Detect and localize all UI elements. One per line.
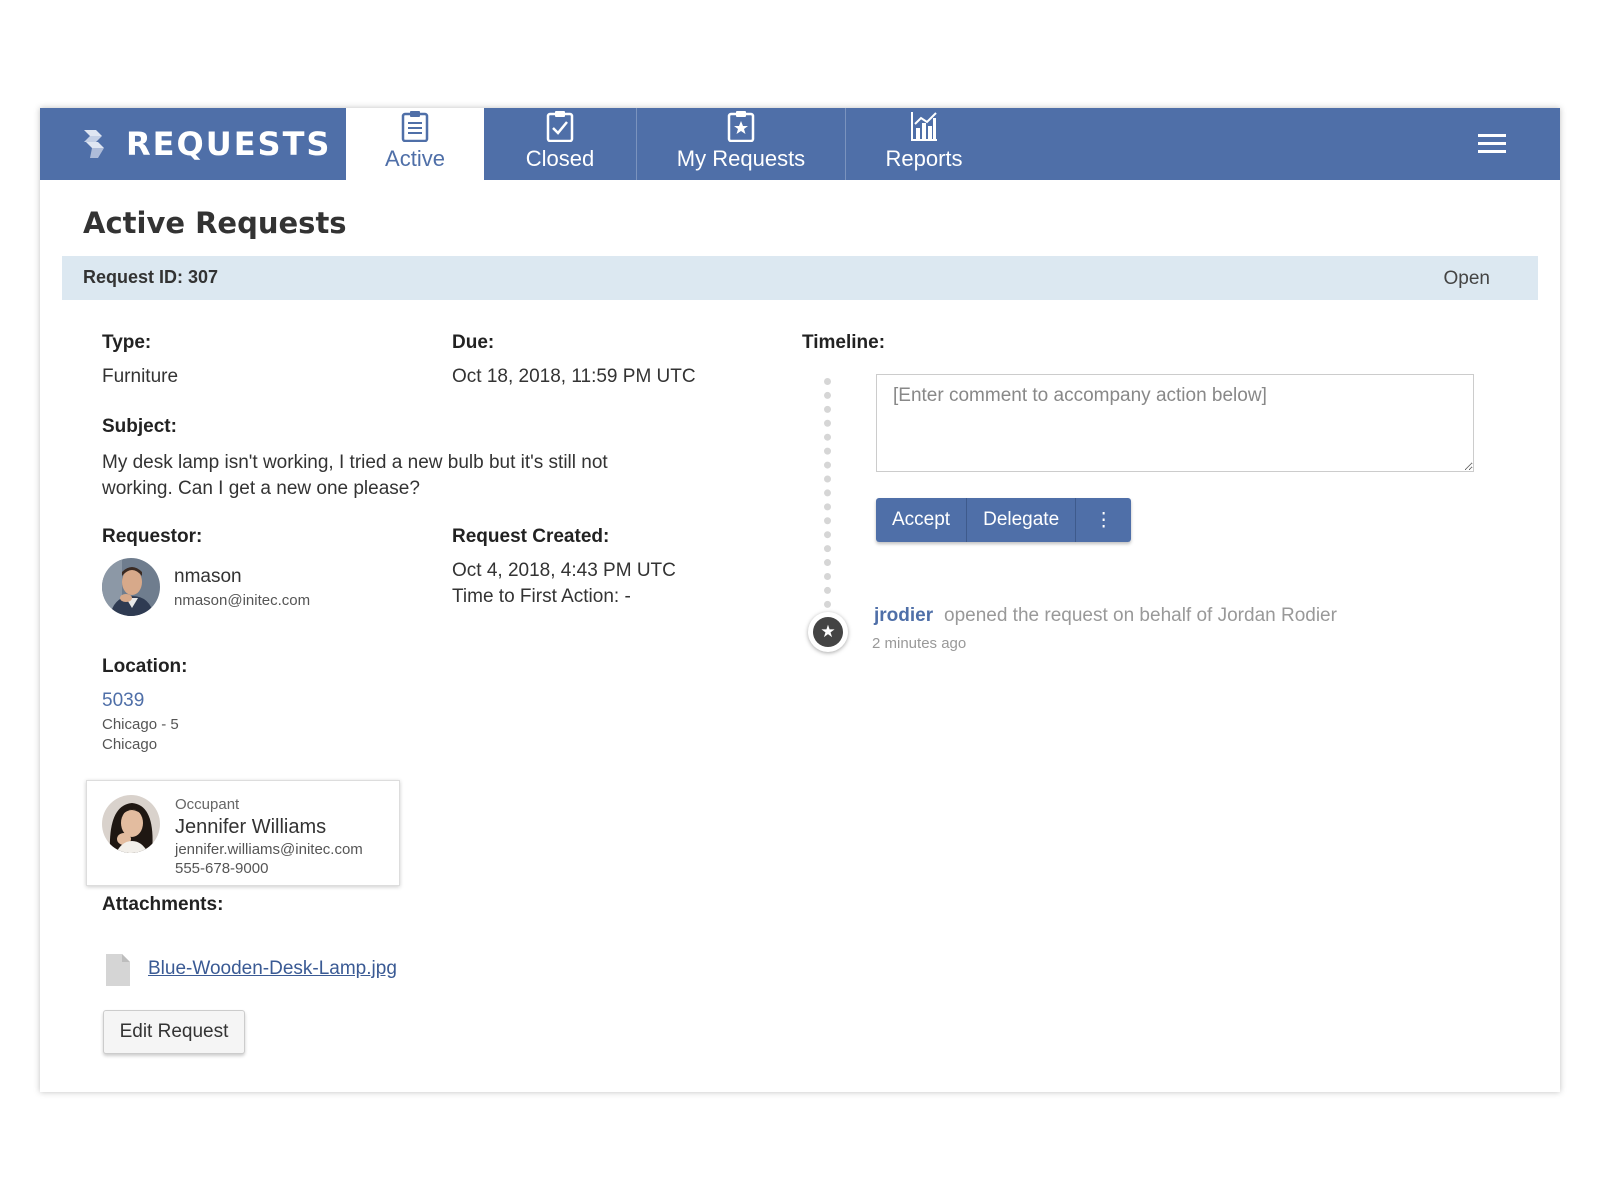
tab-my-requests-label: My Requests bbox=[676, 146, 806, 171]
page-title: Active Requests bbox=[83, 206, 347, 240]
occupant-email[interactable]: jennifer.williams@initec.com bbox=[175, 841, 363, 858]
action-button-group: Accept Delegate ⋮ bbox=[876, 498, 1132, 542]
subject-label: Subject: bbox=[102, 416, 177, 437]
tab-active-label: Active bbox=[385, 146, 445, 171]
edit-request-button[interactable]: Edit Request bbox=[103, 1010, 245, 1054]
requestor-label: Requestor: bbox=[102, 526, 203, 547]
top-nav-bar: REQUESTS Active Closed My Requests Repor… bbox=[40, 108, 1560, 180]
tab-closed[interactable]: Closed bbox=[484, 108, 636, 180]
requestor-name: nmason bbox=[174, 566, 242, 587]
brand[interactable]: REQUESTS bbox=[80, 108, 331, 180]
due-value: Oct 18, 2018, 11:59 PM UTC bbox=[452, 366, 696, 387]
location-city: Chicago bbox=[102, 736, 158, 753]
location-link[interactable]: 5039 bbox=[102, 690, 144, 712]
request-id-bar: Request ID: 307 Open bbox=[62, 256, 1538, 300]
type-label: Type: bbox=[102, 332, 152, 353]
tab-closed-label: Closed bbox=[525, 146, 595, 171]
occupant-role: Occupant bbox=[175, 796, 240, 813]
bar-chart-icon bbox=[911, 112, 937, 141]
due-label: Due: bbox=[452, 332, 495, 353]
timeline-event-time: 2 minutes ago bbox=[872, 635, 967, 652]
star-icon: ★ bbox=[813, 617, 843, 647]
attachments-label: Attachments: bbox=[102, 894, 224, 915]
timeline-label: Timeline: bbox=[802, 332, 886, 353]
attachment-link[interactable]: Blue-Wooden-Desk-Lamp.jpg bbox=[148, 958, 397, 980]
timeline-connector bbox=[824, 378, 831, 608]
occupant-phone: 555-678-9000 bbox=[175, 860, 269, 877]
occupant-name: Jennifer Williams bbox=[175, 816, 327, 838]
location-floor: Chicago - 5 bbox=[102, 716, 179, 733]
hamburger-menu-icon[interactable] bbox=[1478, 134, 1506, 154]
requestor-email[interactable]: nmason@initec.com bbox=[174, 592, 310, 609]
created-value: Oct 4, 2018, 4:43 PM UTC bbox=[452, 560, 676, 581]
occupant-avatar bbox=[102, 795, 160, 853]
more-actions-button[interactable]: ⋮ bbox=[1076, 498, 1132, 542]
timeline-event-user[interactable]: jrodier bbox=[874, 605, 933, 627]
subject-value: My desk lamp isn't working, I tried a ne… bbox=[102, 452, 608, 499]
clipboard-list-icon bbox=[401, 111, 429, 142]
accept-button[interactable]: Accept bbox=[876, 498, 968, 542]
first-action-value: Time to First Action: - bbox=[452, 586, 631, 607]
requests-app: REQUESTS Active Closed My Requests Repor… bbox=[40, 108, 1560, 1092]
tab-reports[interactable]: Reports bbox=[846, 108, 1002, 180]
occupant-card[interactable]: Occupant Jennifer Williams jennifer.will… bbox=[86, 780, 400, 886]
created-label: Request Created: bbox=[452, 526, 610, 547]
request-id: Request ID: 307 bbox=[83, 267, 219, 287]
tab-my-requests[interactable]: My Requests bbox=[637, 108, 845, 180]
timeline-event-marker: ★ bbox=[808, 612, 848, 652]
requests-logo-icon bbox=[84, 130, 104, 158]
file-icon bbox=[106, 954, 130, 986]
app-title: REQUESTS bbox=[126, 125, 332, 163]
tab-reports-label: Reports bbox=[885, 146, 963, 171]
timeline-event-text: opened the request on behalf of Jordan R… bbox=[944, 605, 1337, 626]
type-value: Furniture bbox=[102, 366, 179, 387]
tab-active[interactable]: Active bbox=[346, 108, 484, 180]
comment-input[interactable] bbox=[876, 374, 1474, 472]
requestor-avatar[interactable] bbox=[102, 558, 160, 616]
location-label: Location: bbox=[102, 656, 188, 677]
status-badge: Open bbox=[1443, 268, 1490, 289]
delegate-button[interactable]: Delegate bbox=[967, 498, 1077, 542]
clipboard-star-icon bbox=[727, 111, 755, 142]
clipboard-check-icon bbox=[546, 111, 574, 142]
